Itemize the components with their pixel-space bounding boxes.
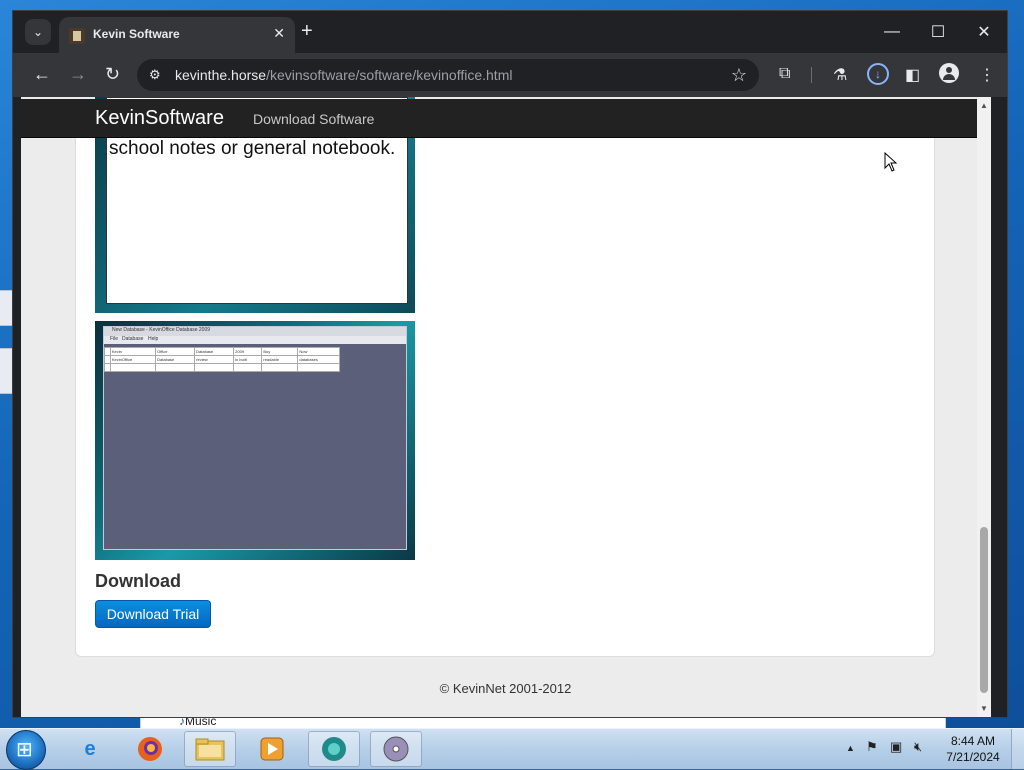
- bookmark-star-icon[interactable]: ☆: [731, 65, 747, 86]
- system-clock[interactable]: 8:44 AM 7/21/2024: [938, 733, 1008, 765]
- side-panel-icon[interactable]: ◧: [905, 65, 920, 85]
- minimize-button[interactable]: —: [869, 19, 915, 45]
- reload-icon[interactable]: ↻: [105, 65, 120, 83]
- site-navbar: KevinSoftware Download Software: [21, 99, 990, 138]
- grid-cell: review: [194, 355, 235, 364]
- grid-cell: databases: [297, 355, 340, 364]
- download-heading: Download: [95, 571, 181, 591]
- windows-explorer-icon[interactable]: [184, 731, 236, 767]
- database-titlebar: New Database - KevinOffice Database 2009: [104, 327, 406, 336]
- grid-cell: [233, 363, 263, 372]
- chrome-taskbar-icon[interactable]: [308, 731, 360, 767]
- start-button[interactable]: [6, 730, 46, 770]
- dvd-player-icon[interactable]: [370, 731, 422, 767]
- footer-copyright: © KevinNet 2001-2012: [439, 681, 572, 696]
- internet-explorer-icon[interactable]: e: [64, 731, 116, 767]
- database-menu-item: File: [110, 336, 119, 342]
- grid-cell: Buy: [261, 347, 299, 356]
- show-desktop-button[interactable]: [1011, 729, 1024, 769]
- table-row: [104, 363, 340, 372]
- scroll-down-icon[interactable]: ▼: [980, 704, 988, 713]
- database-menu-item: Database: [122, 336, 144, 342]
- grid-cell: [297, 363, 340, 372]
- disc-icon: [383, 736, 409, 762]
- labs-flask-icon[interactable]: ⚗: [833, 65, 847, 85]
- grid-cell: Kevin: [109, 347, 157, 356]
- browser-window: ⌄ Kevin Software ✕ + — ☐ ✕ ← → ↻ ⚙ kevin…: [12, 10, 1008, 718]
- notebook-text: school notes or general notebook.: [109, 138, 396, 159]
- volume-muted-icon[interactable]: 🔇︎: [914, 739, 922, 755]
- grid-cell: 2009: [233, 347, 263, 356]
- clock-time: 8:44 AM: [950, 734, 996, 748]
- browser-app-icon: [322, 737, 346, 761]
- firefox-icon[interactable]: [124, 731, 176, 767]
- taskbar: e ▲ ⚑ ▣ 🔇︎ 8:44 AM 7/21/2024: [0, 728, 1024, 770]
- close-window-button[interactable]: ✕: [961, 19, 1007, 45]
- grid-cell: readable: [261, 355, 299, 364]
- url-text[interactable]: kevinthe.horse/kevinsoftware/software/ke…: [175, 67, 512, 83]
- mouse-cursor-icon: [884, 152, 898, 172]
- grid-cell: Database: [194, 347, 235, 356]
- grid-cell: Office: [155, 347, 196, 356]
- grid-cell: in built: [233, 355, 263, 364]
- browser-toolbar: ← → ↻ ⚙ kevinthe.horse/kevinsoftware/sof…: [13, 53, 1007, 97]
- grid-cell: KevinOffice: [109, 355, 157, 364]
- grid-cell: [155, 363, 196, 372]
- desktop-window-edge: [0, 290, 12, 326]
- site-brand[interactable]: KevinSoftware: [95, 107, 224, 130]
- database-grid: Kevin Office Database 2009 Buy Now Kevin…: [104, 347, 340, 372]
- profile-avatar-icon[interactable]: [939, 63, 959, 83]
- page-viewport: school notes or general notebook. New Da…: [21, 97, 991, 717]
- media-player-icon[interactable]: [246, 731, 298, 767]
- site-info-icon[interactable]: ⚙: [149, 67, 165, 83]
- scroll-up-icon[interactable]: ▲: [980, 101, 988, 110]
- extensions-icon[interactable]: ⧉: [779, 65, 790, 83]
- screenshot-database: New Database - KevinOffice Database 2009…: [95, 321, 415, 560]
- tab-kevin-software[interactable]: Kevin Software ✕: [59, 17, 295, 53]
- more-menu-icon[interactable]: ⋮: [979, 65, 995, 85]
- grid-cell: [194, 363, 235, 372]
- table-row: Kevin Office Database 2009 Buy Now: [104, 347, 340, 356]
- scrollbar-thumb[interactable]: [980, 527, 988, 693]
- download-trial-button[interactable]: Download Trial: [95, 600, 211, 628]
- chevron-down-icon: ⌄: [32, 25, 44, 39]
- show-hidden-icons-icon[interactable]: ▲: [846, 743, 855, 753]
- site-favicon-icon: [69, 28, 85, 44]
- grid-cell: [261, 363, 299, 372]
- url-host: kevinthe.horse: [175, 67, 267, 83]
- grid-cell: Database: [155, 355, 196, 364]
- maximize-button[interactable]: ☐: [915, 19, 961, 45]
- database-menubar: File Database Help: [104, 336, 406, 344]
- table-row: KevinOffice Database review in built rea…: [104, 355, 340, 364]
- database-menu-item: Help: [148, 336, 159, 342]
- toolbar-separator: [811, 67, 812, 83]
- url-path: /kevinsoftware/software/kevinoffice.html: [266, 67, 513, 83]
- grid-cell: [109, 363, 157, 372]
- address-bar[interactable]: ⚙ kevinthe.horse/kevinsoftware/software/…: [137, 59, 759, 91]
- nav-link-download-software[interactable]: Download Software: [253, 111, 374, 127]
- page-scrollbar[interactable]: ▲ ▼: [977, 97, 991, 717]
- tab-bar: ⌄ Kevin Software ✕ + — ☐ ✕: [13, 11, 1007, 53]
- forward-arrow-icon[interactable]: →: [69, 65, 87, 83]
- database-window: New Database - KevinOffice Database 2009…: [103, 326, 407, 550]
- new-tab-button[interactable]: +: [301, 21, 313, 41]
- tab-title: Kevin Software: [93, 27, 180, 41]
- tab-search-button[interactable]: ⌄: [25, 19, 51, 45]
- back-arrow-icon[interactable]: ←: [33, 65, 51, 83]
- download-icon[interactable]: ↓: [867, 63, 889, 85]
- desktop-window-edge: [0, 348, 12, 394]
- play-icon: [260, 737, 284, 761]
- action-center-flag-icon[interactable]: ⚑: [866, 739, 878, 755]
- grid-cell: Now: [297, 347, 340, 356]
- clock-date: 7/21/2024: [946, 750, 1000, 764]
- database-window-title: New Database - KevinOffice Database 2009: [112, 327, 211, 333]
- close-tab-icon[interactable]: ✕: [273, 25, 285, 42]
- folder-icon: [195, 738, 225, 761]
- network-icon[interactable]: ▣: [890, 739, 902, 755]
- firefox-logo-icon: [138, 737, 162, 761]
